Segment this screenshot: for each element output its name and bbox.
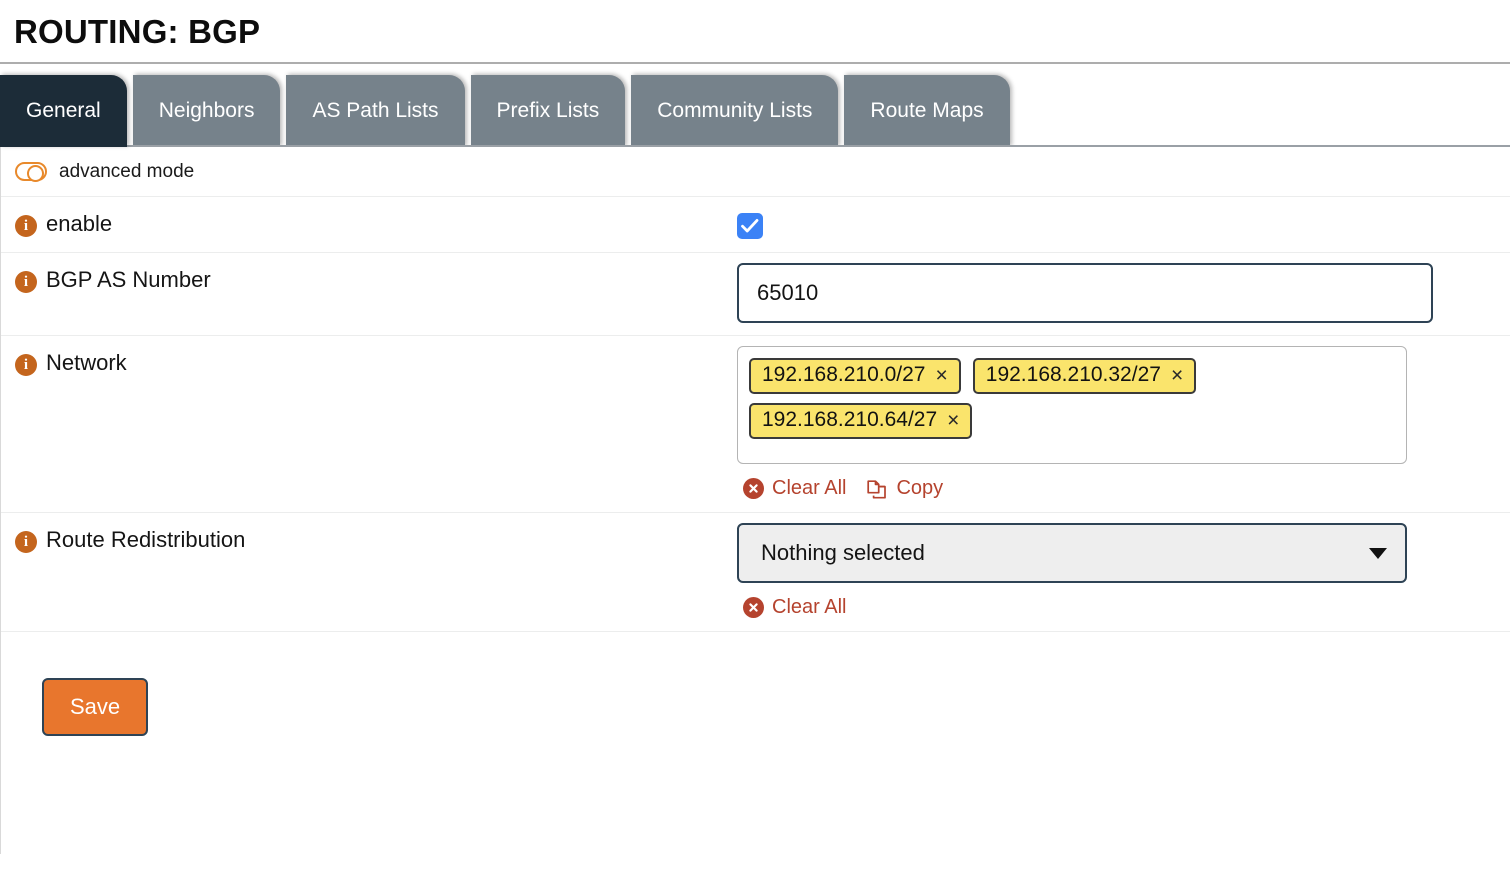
tab-label: AS Path Lists <box>312 99 439 122</box>
enable-field-cell <box>737 197 1510 251</box>
network-tag-label: 192.168.210.64/27 <box>762 408 938 432</box>
tab-bar: General Neighbors AS Path Lists Prefix L… <box>0 64 1510 147</box>
remove-tag-icon[interactable]: × <box>936 365 948 386</box>
tab-route-maps[interactable]: Route Maps <box>844 75 1010 147</box>
clear-all-icon <box>743 597 764 618</box>
network-tag-label: 192.168.210.32/27 <box>985 363 1161 387</box>
row-bgp-as-number: i BGP AS Number <box>1 253 1510 336</box>
clear-all-icon <box>743 478 764 499</box>
info-icon[interactable]: i <box>15 215 37 237</box>
tab-label: Prefix Lists <box>496 99 600 122</box>
route-redistribution-selected-value: Nothing selected <box>761 540 925 565</box>
route-redistribution-clear-all-label: Clear All <box>772 596 847 618</box>
tab-prefix-lists[interactable]: Prefix Lists <box>470 75 626 147</box>
network-actions: Clear All Copy <box>737 477 1510 500</box>
network-copy-button[interactable]: Copy <box>866 477 943 500</box>
enable-label-cell: i enable <box>1 197 737 249</box>
network-tag[interactable]: 192.168.210.0/27 × <box>749 358 961 394</box>
save-button[interactable]: Save <box>42 678 149 736</box>
row-route-redistribution: i Route Redistribution Nothing selected <box>1 513 1510 632</box>
network-tag-input[interactable]: 192.168.210.0/27 × 192.168.210.32/27 × 1… <box>737 346 1407 464</box>
tab-neighbors[interactable]: Neighbors <box>132 75 281 147</box>
route-redistribution-select[interactable]: Nothing selected <box>737 523 1407 583</box>
row-enable: i enable <box>1 197 1510 253</box>
network-field-cell: 192.168.210.0/27 × 192.168.210.32/27 × 1… <box>737 336 1510 512</box>
page-title: ROUTING: BGP <box>14 12 261 50</box>
tab-as-path-lists[interactable]: AS Path Lists <box>286 75 465 147</box>
as-number-field-cell <box>737 253 1510 335</box>
settings-panel: advanced mode i enable i BGP AS Number 6… <box>0 147 1510 854</box>
as-number-label: BGP AS Number <box>46 267 211 292</box>
bgp-routing-page: ROUTING: BGP General Neighbors AS Path L… <box>0 0 1510 872</box>
network-copy-label: Copy <box>896 477 944 499</box>
network-clear-all-label: Clear All <box>772 477 847 499</box>
tab-general[interactable]: General <box>0 75 127 147</box>
route-redistribution-label-cell: i Route Redistribution <box>1 513 737 565</box>
network-tag[interactable]: 192.168.210.32/27 × <box>972 358 1197 394</box>
tab-label: General <box>26 99 101 122</box>
info-icon[interactable]: i <box>15 531 37 553</box>
route-redistribution-field-cell: Nothing selected Clear All <box>737 513 1510 631</box>
tab-label: Neighbors <box>158 99 255 122</box>
tab-label: Route Maps <box>870 99 984 122</box>
enable-label: enable <box>46 211 113 236</box>
network-clear-all-button[interactable]: Clear All <box>743 477 846 500</box>
chevron-down-icon <box>1369 547 1387 559</box>
info-icon[interactable]: i <box>15 271 37 293</box>
checkmark-icon <box>741 219 759 233</box>
network-label: Network <box>46 350 127 375</box>
network-tag-label: 192.168.210.0/27 <box>762 363 926 387</box>
advanced-mode-toggle-off-icon[interactable] <box>15 162 47 182</box>
copy-icon <box>867 479 887 499</box>
advanced-mode-label: advanced mode <box>59 160 195 182</box>
bgp-as-number-input[interactable] <box>737 263 1433 323</box>
tab-label: Community Lists <box>657 99 813 122</box>
enable-checkbox[interactable] <box>737 213 763 239</box>
remove-tag-icon[interactable]: × <box>1171 365 1183 386</box>
network-label-cell: i Network <box>1 336 737 388</box>
advanced-mode-row: advanced mode <box>1 147 1510 197</box>
remove-tag-icon[interactable]: × <box>947 410 959 431</box>
route-redistribution-actions: Clear All <box>737 596 1510 619</box>
info-icon[interactable]: i <box>15 354 37 376</box>
save-row: Save <box>1 632 1510 736</box>
tab-community-lists[interactable]: Community Lists <box>631 75 839 147</box>
row-network: i Network 192.168.210.0/27 × 192.168.210… <box>1 336 1510 513</box>
network-tag[interactable]: 192.168.210.64/27 × <box>749 403 973 439</box>
route-redistribution-label: Route Redistribution <box>46 527 246 552</box>
as-number-label-cell: i BGP AS Number <box>1 253 737 305</box>
route-redistribution-clear-all-button[interactable]: Clear All <box>743 596 846 619</box>
page-header: ROUTING: BGP <box>0 0 1510 62</box>
